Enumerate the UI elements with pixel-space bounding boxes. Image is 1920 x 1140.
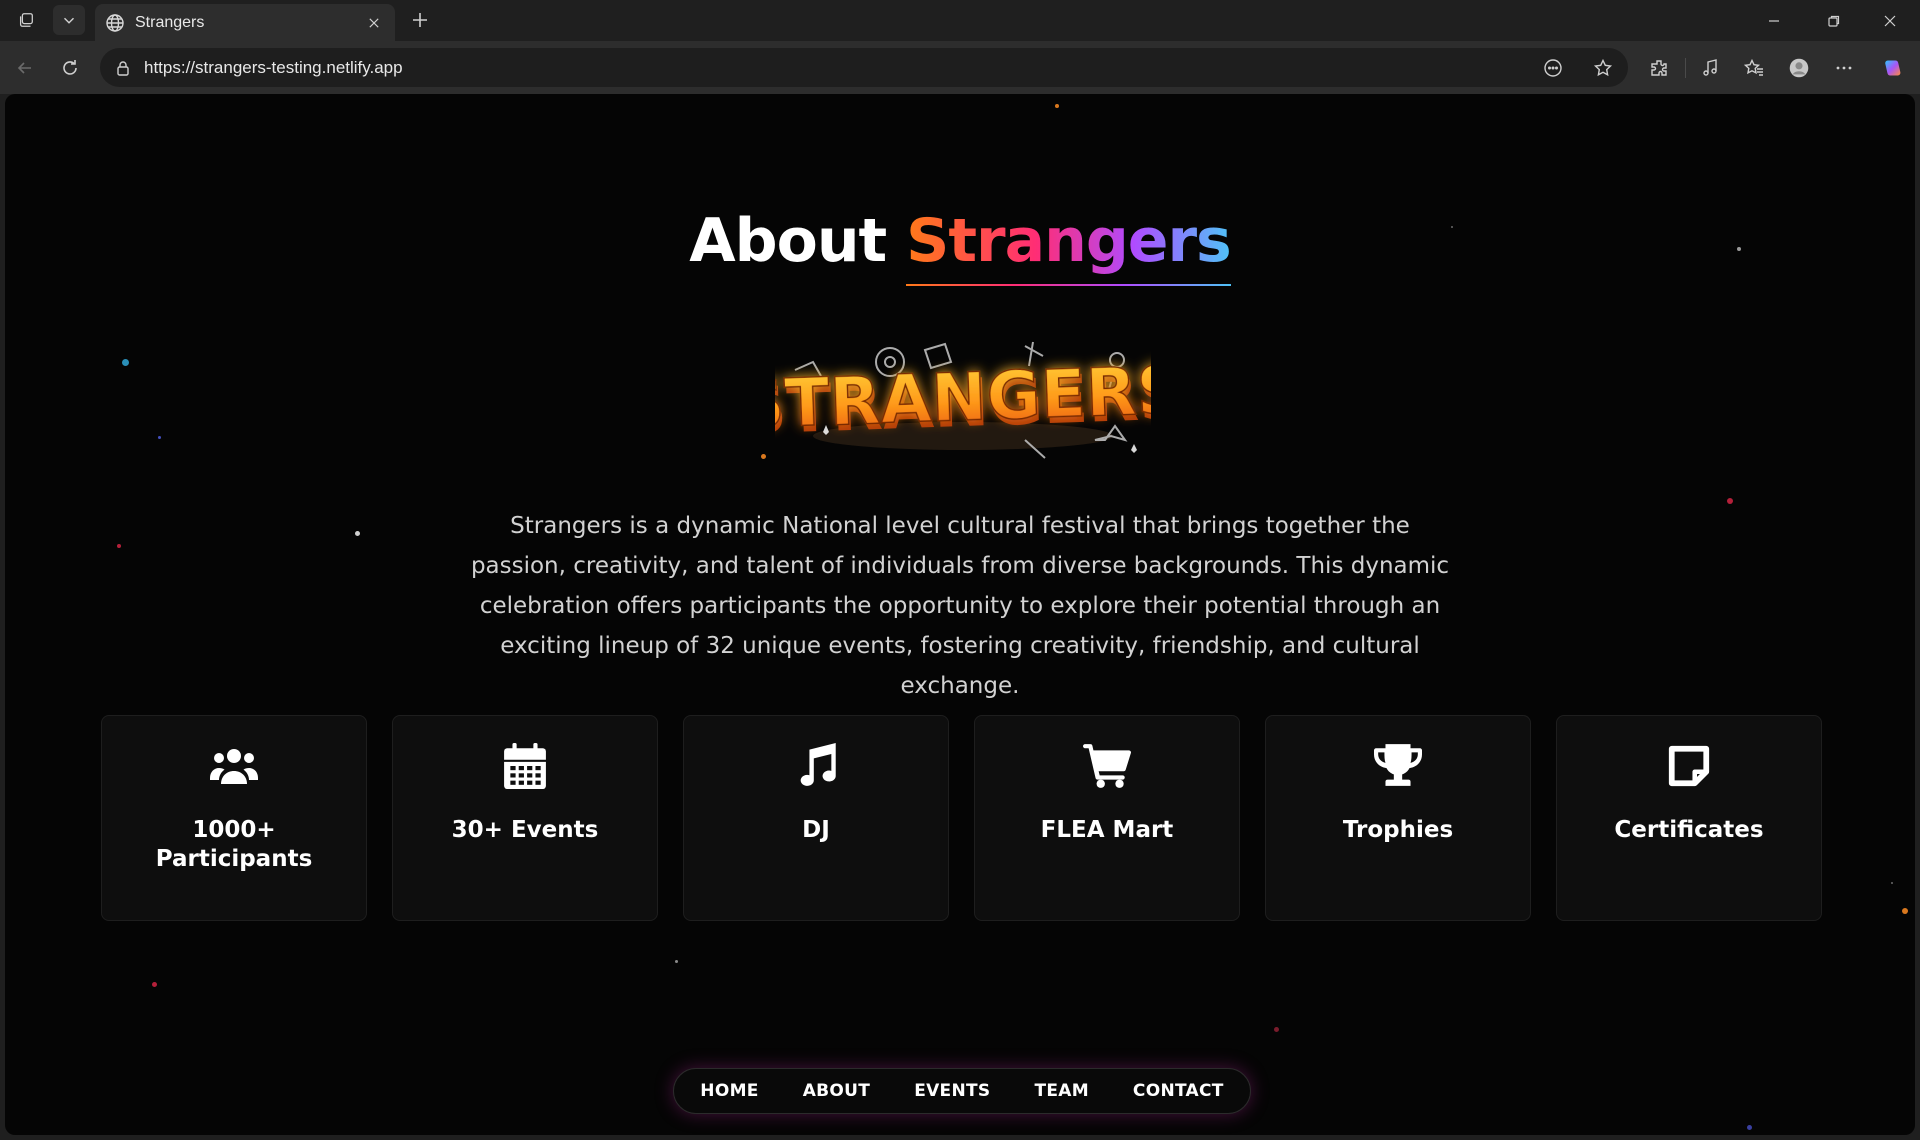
reader-mode-icon[interactable] (1541, 56, 1565, 80)
particle (152, 982, 157, 987)
card-participants: 1000+ Participants (101, 715, 367, 921)
card-label: DJ (802, 817, 830, 843)
new-tab-plus-icon[interactable] (404, 5, 436, 35)
card-label-line1: 1000+ (192, 817, 276, 843)
shopping-cart-icon (1080, 742, 1134, 790)
particle (761, 454, 766, 459)
card-label: 1000+ Participants (134, 816, 334, 874)
favorite-star-icon[interactable] (1591, 56, 1615, 80)
back-arrow-icon[interactable] (9, 52, 41, 84)
card-label-line2: Participants (155, 846, 313, 872)
close-window-icon[interactable] (1862, 0, 1918, 41)
active-tab[interactable]: Strangers (95, 4, 395, 41)
particle (1274, 1027, 1279, 1032)
card-label: Trophies (1342, 817, 1454, 843)
page-viewport: About Strangers STRANGERS STRANGERS Stra… (5, 94, 1915, 1135)
toolbar-separator (1685, 58, 1686, 78)
card-flea-mart: FLEA Mart (974, 715, 1240, 921)
about-description: Strangers is a dynamic National level cu… (470, 513, 1450, 699)
restore-icon[interactable] (1806, 0, 1862, 41)
tab-list-chevron-icon[interactable] (53, 5, 85, 35)
nav-home[interactable]: HOME (678, 1081, 780, 1101)
strangers-logo: STRANGERS STRANGERS (775, 341, 1151, 459)
page-title-plain: About (689, 206, 907, 276)
particle (1891, 882, 1893, 884)
particle (675, 960, 678, 963)
card-dj: DJ (683, 715, 949, 921)
workspaces-icon[interactable] (10, 5, 42, 35)
particle (355, 531, 360, 536)
minimize-icon[interactable] (1746, 0, 1802, 41)
nav-about[interactable]: ABOUT (781, 1081, 892, 1101)
more-options-icon[interactable] (1828, 52, 1860, 84)
particle (1902, 908, 1908, 914)
particle (117, 544, 121, 548)
particle (1055, 104, 1059, 108)
certificate-icon (1662, 742, 1716, 790)
page-title: About Strangers (5, 206, 1915, 286)
card-label: FLEA Mart (1040, 817, 1174, 843)
card-events: 30+ Events (392, 715, 658, 921)
favorites-icon[interactable] (1738, 52, 1770, 84)
address-bar[interactable]: https://strangers-testing.netlify.app (100, 48, 1628, 87)
extensions-icon[interactable] (1643, 52, 1675, 84)
lock-icon[interactable] (114, 59, 132, 77)
url-text[interactable]: https://strangers-testing.netlify.app (144, 58, 403, 78)
browser-toolbar: https://strangers-testing.netlify.app (0, 41, 1920, 94)
trophy-icon (1371, 742, 1425, 790)
nav-events[interactable]: EVENTS (892, 1081, 1012, 1101)
music-note-icon (789, 742, 843, 790)
particle (158, 436, 161, 439)
particle (1727, 498, 1733, 504)
profile-avatar[interactable] (1783, 52, 1815, 84)
card-label: Certificates (1614, 817, 1764, 843)
globe-icon (105, 13, 125, 33)
tab-title: Strangers (135, 13, 205, 31)
close-tab-icon[interactable] (363, 12, 385, 34)
refresh-icon[interactable] (54, 52, 86, 84)
tab-bar: Strangers (0, 0, 1920, 41)
particle (122, 359, 129, 366)
media-control-icon[interactable] (1694, 52, 1726, 84)
particle (1747, 1125, 1752, 1130)
nav-team[interactable]: TEAM (1012, 1081, 1110, 1101)
nav-contact[interactable]: CONTACT (1111, 1081, 1246, 1101)
users-icon (207, 742, 261, 790)
card-certificates: Certificates (1556, 715, 1822, 921)
bottom-nav: HOME ABOUT EVENTS TEAM CONTACT (673, 1068, 1251, 1114)
feature-cards: 1000+ Participants 30+ Events DJ FLEA Mar… (101, 715, 1825, 921)
logo-text: STRANGERS (775, 351, 1151, 444)
copilot-icon[interactable] (1876, 52, 1908, 84)
page-title-accent: Strangers (906, 206, 1232, 286)
calendar-icon (498, 742, 552, 790)
card-trophies: Trophies (1265, 715, 1531, 921)
card-label: 30+ Events (451, 817, 599, 843)
